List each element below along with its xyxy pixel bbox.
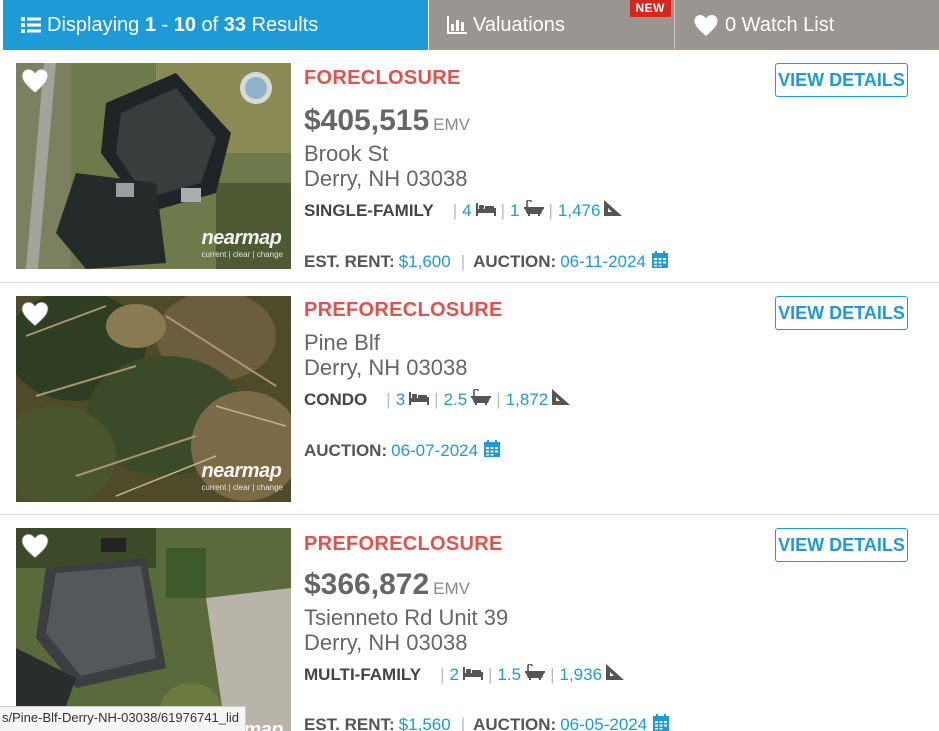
property-type: MULTI-FAMILY xyxy=(304,665,422,684)
search-results-page: Displaying 1 - 10 of 33 Results Valuatio… xyxy=(0,0,939,731)
calendar-icon[interactable] xyxy=(651,251,668,273)
bath-icon xyxy=(525,663,546,685)
property-type: CONDO xyxy=(304,390,368,409)
auction-date: 06-11-2024 xyxy=(560,252,646,271)
bed-icon xyxy=(409,390,430,410)
bed-icon xyxy=(463,665,483,685)
status-bar-url: s/Pine-Blf-Derry-NH-03038/61976741_lid xyxy=(0,706,247,731)
city-state-zip: Derry, NH 03038 xyxy=(304,630,468,655)
listing-status: PREFORECLOSURE xyxy=(304,299,503,321)
listing-footer: EST. RENT: $1,600 | AUCTION: 06-11-2024 xyxy=(304,251,668,273)
area-icon xyxy=(552,389,571,410)
property-type: SINGLE-FAMILY xyxy=(304,201,434,220)
sqft-value: 1,872 xyxy=(505,390,549,409)
sqft-value: 1,936 xyxy=(559,665,603,684)
emv-label: EMV xyxy=(433,579,470,598)
view-details-button[interactable]: VIEW DETAILS xyxy=(775,528,908,562)
area-icon xyxy=(606,664,625,685)
results-count-text: Displaying 1 - 10 of 33 Results xyxy=(47,13,319,36)
property-specs: CONDO | 3 | 2.5 | 1,872 xyxy=(304,388,571,410)
listing-card: nearmap current | clear | change PREFOREC… xyxy=(0,283,939,515)
property-aerial-image[interactable]: nearmap xyxy=(16,528,291,731)
listing-address[interactable]: Brook St Derry, NH 03038 xyxy=(304,141,467,191)
baths-count: 2.5 xyxy=(443,390,468,409)
baths-count: 1 xyxy=(510,201,520,220)
street-address: Tsienneto Rd Unit 39 xyxy=(304,605,509,630)
street-address: Brook St xyxy=(304,141,389,166)
est-rent-value: $1,560 xyxy=(398,715,451,731)
nearmap-watermark: nearmap current | clear | change xyxy=(201,227,283,259)
beds-count: 4 xyxy=(462,201,472,220)
est-rent-label: EST. RENT: xyxy=(304,252,395,271)
property-specs: MULTI-FAMILY | 2 | 1.5 | 1,936 xyxy=(304,663,625,685)
calendar-icon[interactable] xyxy=(653,714,670,731)
bar-chart-icon xyxy=(447,16,467,34)
beds-count: 3 xyxy=(395,390,406,409)
save-favorite-icon[interactable] xyxy=(21,533,49,564)
listing-price: $405,515 EMV xyxy=(304,104,470,137)
listing-price: $366,872 EMV xyxy=(304,568,470,601)
auction-label: AUCTION: xyxy=(473,715,557,731)
auction-date: 06-05-2024 xyxy=(560,715,648,731)
city-state-zip: Derry, NH 03038 xyxy=(304,166,468,191)
baths-count: 1.5 xyxy=(497,665,522,684)
save-favorite-icon[interactable] xyxy=(21,301,49,332)
tab-valuations-label: Valuations xyxy=(473,13,565,36)
area-icon xyxy=(604,200,623,221)
property-aerial-image[interactable]: nearmap current | clear | change xyxy=(16,63,291,269)
listing-status: FORECLOSURE xyxy=(304,67,461,89)
tab-results[interactable]: Displaying 1 - 10 of 33 Results xyxy=(3,0,428,50)
save-favorite-icon[interactable] xyxy=(21,68,49,99)
listing-card: nearmap PREFORECLOSURE $366,872EMV Tsien… xyxy=(0,515,939,731)
list-icon xyxy=(21,16,41,34)
bath-icon xyxy=(471,388,492,410)
listing-footer: EST. RENT: $1,560 | AUCTION: 06-05-2024 xyxy=(304,714,670,731)
view-details-button[interactable]: VIEW DETAILS xyxy=(775,63,908,97)
tab-watch-list[interactable]: 0 Watch List xyxy=(675,0,939,50)
calendar-icon[interactable] xyxy=(484,440,501,462)
bath-icon xyxy=(523,199,544,221)
bed-icon xyxy=(475,201,496,221)
listing-status: PREFORECLOSURE xyxy=(304,533,503,555)
heart-icon xyxy=(693,14,719,37)
view-details-button[interactable]: VIEW DETAILS xyxy=(775,296,908,330)
listing-address[interactable]: Pine Blf Derry, NH 03038 xyxy=(304,330,467,380)
auction-label: AUCTION: xyxy=(304,441,388,460)
tab-watch-list-label: 0 Watch List xyxy=(725,13,835,36)
est-rent-value: $1,600 xyxy=(398,252,451,271)
results-tab-bar: Displaying 1 - 10 of 33 Results Valuatio… xyxy=(3,0,939,50)
listing-footer: AUCTION: 06-07-2024 xyxy=(304,440,501,462)
listing-card: nearmap current | clear | change FORECLOS… xyxy=(0,50,939,283)
auction-label: AUCTION: xyxy=(473,252,557,271)
emv-label: EMV xyxy=(433,115,470,134)
property-specs: SINGLE-FAMILY | 4 | 1 | 1,476 xyxy=(304,199,623,221)
sqft-value: 1,476 xyxy=(557,201,601,220)
nearmap-watermark: nearmap current | clear | change xyxy=(201,460,283,492)
est-rent-label: EST. RENT: xyxy=(304,715,395,731)
city-state-zip: Derry, NH 03038 xyxy=(304,355,468,380)
auction-date: 06-07-2024 xyxy=(391,441,479,460)
new-badge: NEW xyxy=(629,0,671,17)
listing-address[interactable]: Tsienneto Rd Unit 39 Derry, NH 03038 xyxy=(304,605,508,655)
property-aerial-image[interactable]: nearmap current | clear | change xyxy=(16,296,291,502)
beds-count: 2 xyxy=(449,665,459,684)
street-address: Pine Blf xyxy=(304,330,380,355)
tab-valuations[interactable]: Valuations NEW xyxy=(429,0,675,50)
